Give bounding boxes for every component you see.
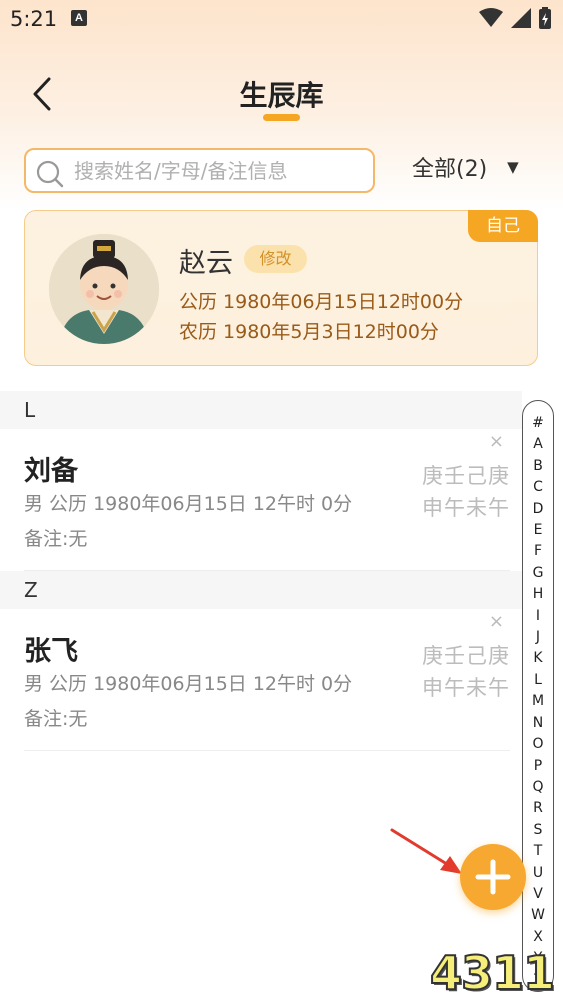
contact-note: 备注:无 — [24, 708, 88, 730]
alphabet-letter[interactable]: F — [534, 541, 542, 562]
alphabet-letter[interactable]: G — [533, 563, 544, 584]
status-time: 5:21 — [10, 7, 58, 31]
search-icon — [36, 160, 64, 188]
title-underline — [263, 114, 300, 121]
add-button[interactable] — [460, 844, 526, 910]
alphabet-index[interactable]: # A B C D E F G H I J K L M N O P Q R S T U V W X Y Z — [522, 400, 554, 992]
avatar — [49, 234, 159, 344]
contact-info: 男 公历 1980年06月15日 12午时 0分 — [24, 673, 353, 695]
self-lunar-date: 农历 1980年5月3日12时00分 — [179, 321, 439, 343]
alphabet-letter[interactable]: # — [532, 413, 544, 434]
watermark-logo: 4311 — [429, 945, 556, 1001]
status-bar: 5:21 A — [0, 0, 563, 40]
search-input[interactable] — [74, 156, 364, 186]
bazi-stems: 庚壬己庚 — [422, 644, 510, 668]
alphabet-letter[interactable]: T — [534, 841, 543, 862]
alphabet-letter[interactable]: H — [533, 584, 544, 605]
battery-icon — [539, 7, 551, 29]
alphabet-letter[interactable]: M — [532, 691, 544, 712]
alphabet-letter[interactable]: E — [534, 520, 543, 541]
alphabet-letter[interactable]: C — [533, 477, 543, 498]
alphabet-letter[interactable]: U — [533, 863, 543, 884]
bazi-stems: 庚壬己庚 — [422, 464, 510, 488]
contact-row[interactable]: 张飞 男 公历 1980年06月15日 12午时 0分 备注:无 × 庚壬己庚 … — [24, 609, 510, 751]
edit-button[interactable]: 修改 — [244, 245, 307, 273]
delete-icon[interactable]: × — [489, 611, 504, 632]
alphabet-letter[interactable]: W — [531, 905, 545, 926]
contact-name: 刘备 — [24, 456, 78, 487]
contact-row[interactable]: 刘备 男 公历 1980年06月15日 12午时 0分 备注:无 × 庚壬己庚 … — [24, 429, 510, 571]
contact-note: 备注:无 — [24, 528, 88, 550]
page-title: 生辰库 — [239, 79, 324, 112]
alphabet-letter[interactable]: L — [534, 670, 542, 691]
section-header-l: L — [0, 391, 522, 429]
alphabet-letter[interactable]: R — [533, 798, 543, 819]
alphabet-letter[interactable]: J — [536, 627, 540, 648]
contact-name: 张飞 — [24, 636, 78, 667]
alphabet-letter[interactable]: X — [533, 927, 543, 948]
pointer-arrow-icon — [390, 828, 462, 874]
section-header-z: Z — [0, 571, 522, 609]
plus-icon — [475, 859, 511, 895]
alphabet-letter[interactable]: K — [533, 648, 542, 669]
self-tag: 自己 — [468, 210, 538, 242]
alphabet-letter[interactable]: V — [533, 884, 543, 905]
alphabet-letter[interactable]: D — [533, 499, 544, 520]
triangle-down-icon: ▼ — [507, 158, 519, 176]
wifi-icon — [479, 8, 503, 27]
filter-label: 全部(2) — [412, 157, 488, 182]
contact-info: 男 公历 1980年06月15日 12午时 0分 — [24, 493, 353, 515]
alphabet-letter[interactable]: S — [534, 820, 543, 841]
alphabet-letter[interactable]: Q — [532, 777, 543, 798]
signal-icon — [511, 8, 531, 28]
search-box[interactable] — [24, 148, 375, 193]
self-solar-date: 公历 1980年06月15日12时00分 — [179, 291, 464, 313]
alphabet-letter[interactable]: A — [533, 434, 543, 455]
alphabet-letter[interactable]: N — [533, 713, 543, 734]
delete-icon[interactable]: × — [489, 431, 504, 452]
status-icons — [479, 7, 551, 29]
bazi-branches: 申午未午 — [422, 676, 510, 700]
filter-dropdown[interactable]: 全部(2) ▼ — [412, 150, 519, 184]
self-name: 赵云 — [179, 248, 233, 279]
self-card[interactable]: 自己 赵云 修改 公历 1980年06月15日12时00分 农历 1980年5月… — [24, 210, 538, 366]
bazi-branches: 申午未午 — [422, 496, 510, 520]
alphabet-letter[interactable]: O — [532, 734, 543, 755]
alphabet-letter[interactable]: P — [534, 756, 542, 777]
notification-icon: A — [71, 10, 87, 26]
alphabet-letter[interactable]: I — [536, 606, 540, 627]
alphabet-letter[interactable]: B — [533, 456, 543, 477]
